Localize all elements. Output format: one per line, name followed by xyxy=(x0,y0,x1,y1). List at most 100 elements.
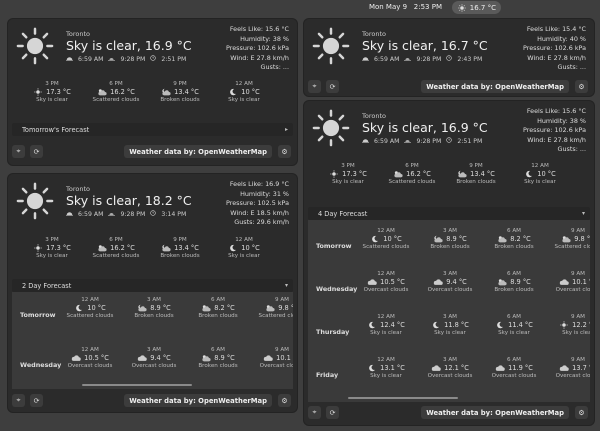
hour-temp-row: 16.2 °C xyxy=(84,244,148,252)
stat-line: Wind: E 27.8 km/h xyxy=(527,135,586,144)
weather-credit-link[interactable]: Weather data by: OpenWeatherMap xyxy=(124,145,272,158)
forecast-slot: 9 AM9.8 °CScattered clouds xyxy=(548,228,590,250)
locate-button[interactable]: ⌖ xyxy=(308,80,321,93)
stat-line: Gusts: ... xyxy=(260,63,289,71)
stat-line: Pressure: 102.6 kPa xyxy=(226,44,289,52)
settings-button[interactable]: ⚙ xyxy=(278,145,291,158)
settings-button[interactable]: ⚙ xyxy=(278,394,291,407)
location-label: Toronto xyxy=(362,30,386,38)
slot-time: 6 AM xyxy=(211,347,225,353)
refresh-button[interactable]: ⟳ xyxy=(30,145,43,158)
weather-credit-link[interactable]: Weather data by: OpenWeatherMap xyxy=(421,406,569,419)
stat-line: Pressure: 102.6 kPa xyxy=(523,44,586,52)
weather-stats: Feels Like: 15.6 °C Humidity: 38 % Pressur… xyxy=(226,25,289,73)
slot-temp: 10.1 °C xyxy=(572,278,590,286)
slot-time: 9 AM xyxy=(275,297,289,303)
refresh-button[interactable]: ⟳ xyxy=(326,406,339,419)
slot-desc: Broken clouds xyxy=(494,287,534,293)
forecast-slot: 12 AM 12.4 °C Sky is clear xyxy=(356,314,416,336)
chevron-down-icon: ▾ xyxy=(284,282,288,289)
weather-credit-link[interactable]: Weather data by: OpenWeatherMap xyxy=(124,394,272,407)
settings-button[interactable]: ⚙ xyxy=(575,406,588,419)
refresh-button[interactable]: ⟳ xyxy=(30,394,43,407)
forecast-slot: 12 AM 10 °C Scattered clouds xyxy=(356,228,416,250)
sunrise-time: 6:59 AM xyxy=(78,210,104,218)
refresh-button[interactable]: ⟳ xyxy=(326,80,339,93)
weather-stats: Feels Like: 15.6 °C Humidity: 38 % Pressur… xyxy=(523,107,586,155)
forecast-slot: 9 AM12.2 °CSky is clear xyxy=(548,314,590,336)
sunset-icon xyxy=(404,137,412,145)
forecast-slot: 12 AM 13.1 °C Sky is clear xyxy=(356,357,416,379)
slot-temp: 8.9 °C xyxy=(214,354,235,362)
hour-temp: 17.3 °C xyxy=(342,170,367,178)
hour-desc: Sky is clear xyxy=(332,179,364,185)
slot-time: 6 AM xyxy=(507,228,521,234)
forecast-slot: 9 AM10.1 °COvercast clouds xyxy=(252,347,293,369)
weather-indicator[interactable]: 16.7 °C xyxy=(451,1,501,14)
clock[interactable]: Mon May 9 2:53 PM xyxy=(369,3,442,11)
hour-desc: Scattered clouds xyxy=(92,97,140,103)
stat-line: Humidity: 40 % xyxy=(537,34,586,43)
sunrise-time: 6:59 AM xyxy=(78,55,104,63)
forecast-day-row: Tomorrow 12 AM 10 °C Scattered clouds 3 AM 8.… xyxy=(308,228,590,268)
hour-temp: 10 °C xyxy=(537,170,556,178)
sun-times: 6:59 AM 9:28 PM 2:51 PM xyxy=(362,137,482,145)
locate-button[interactable]: ⌖ xyxy=(308,406,321,419)
forecast-toggle[interactable]: Tomorrow's Forecast ▸ xyxy=(12,123,293,136)
slot-temp-row: 13.7 °C xyxy=(548,364,590,372)
slot-temp-row: 12.2 °C xyxy=(548,321,590,329)
hourly-item: 9 PM 13.4 °C Broken clouds xyxy=(444,163,508,185)
slot-temp-row: 10.1 °C xyxy=(252,354,293,362)
sunrise-icon xyxy=(362,137,369,145)
horizontal-scrollbar[interactable] xyxy=(348,397,458,399)
hourly-item: 3 PM 17.3 °C Sky is clear xyxy=(20,81,84,103)
forecast-slot: 12 AM 10.5 °C Overcast clouds xyxy=(356,271,416,293)
hourly-forecast: 3 PM 17.3 °C Sky is clear 6 PM 16.2 °C Scatte… xyxy=(316,163,572,185)
forecast-title: Tomorrow's Forecast xyxy=(22,125,90,134)
slot-desc: Sky is clear xyxy=(370,330,402,336)
cloud-icon xyxy=(559,278,569,286)
stat-line: Wind: E 27.8 km/h xyxy=(527,53,586,62)
weather-credit-link[interactable]: Weather data by: OpenWeatherMap xyxy=(421,80,569,93)
cloud-sun-icon xyxy=(393,170,403,178)
hour-desc: Sky is clear xyxy=(228,97,260,103)
moon-icon xyxy=(367,364,377,372)
slot-time: 12 AM xyxy=(377,228,395,234)
hour-temp-row: 16.2 °C xyxy=(84,88,148,96)
slot-temp-row: 11.4 °C xyxy=(484,321,544,329)
forecast-toggle[interactable]: 2 Day Forecast ▾ xyxy=(12,279,293,292)
sunrise-icon xyxy=(362,55,369,63)
locate-button[interactable]: ⌖ xyxy=(12,145,25,158)
forecast-slot: 3 AM 8.9 °C Broken clouds xyxy=(124,297,184,319)
sun-icon xyxy=(559,321,569,329)
stat-line: Humidity: 38 % xyxy=(240,34,289,43)
hourly-item: 9 PM 13.4 °C Broken clouds xyxy=(148,237,212,259)
hour-temp-row: 10 °C xyxy=(212,88,276,96)
slot-time: 9 AM xyxy=(571,271,585,277)
time-label: 2:53 PM xyxy=(413,3,442,11)
cloud-icon xyxy=(367,278,377,286)
clock-icon xyxy=(446,55,453,63)
forecast-toggle[interactable]: 4 Day Forecast ▾ xyxy=(308,207,590,220)
slot-desc: Scattered clouds xyxy=(258,313,293,319)
sunrise-icon xyxy=(66,210,73,218)
slot-time: 9 AM xyxy=(571,314,585,320)
hour-desc: Sky is clear xyxy=(228,253,260,259)
forecast-day-row: Friday 12 AM 13.1 °C Sky is clear 3 AM 12.1 °… xyxy=(308,357,590,397)
stat-line: Humidity: 38 % xyxy=(537,116,586,125)
slot-desc: Sky is clear xyxy=(562,330,590,336)
settings-button[interactable]: ⚙ xyxy=(575,80,588,93)
slot-temp-row: 10.5 °C xyxy=(60,354,120,362)
cloud-icon xyxy=(431,364,441,372)
sunset-time: 9:28 PM xyxy=(416,137,442,145)
locate-button[interactable]: ⌖ xyxy=(12,394,25,407)
current-weather-icon xyxy=(312,109,350,147)
cloud-moon-icon xyxy=(137,304,147,312)
forecast-day-row: Wednesday 12 AM 10.5 °C Overcast clouds 3 AM… xyxy=(308,271,590,311)
sun-times: 6:59 AM 9:28 PM 2:51 PM xyxy=(66,55,186,63)
hour-desc: Broken clouds xyxy=(160,253,200,259)
slot-desc: Sky is clear xyxy=(370,373,402,379)
horizontal-scrollbar[interactable] xyxy=(82,384,192,386)
slot-desc: Broken clouds xyxy=(494,244,534,250)
panel-footer: ⌖ ⟳ Weather data by: OpenWeatherMap ⚙ xyxy=(304,80,594,96)
